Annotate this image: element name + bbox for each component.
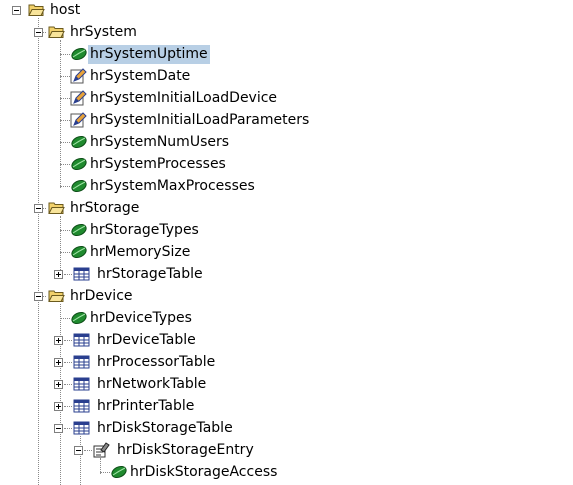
writable-pencil-icon	[70, 90, 87, 106]
tree-guide-line	[64, 406, 72, 407]
tree-node-label[interactable]: hrSystem	[68, 23, 139, 42]
leaf-icon	[70, 178, 87, 194]
table-icon	[73, 332, 90, 348]
writable-pencil-icon	[70, 112, 87, 128]
expand-toggle[interactable]	[54, 424, 63, 433]
tree-guide-line	[60, 142, 70, 143]
tree-guide-line	[64, 340, 72, 341]
tree-node-label[interactable]: hrStorage	[68, 199, 141, 218]
leaf-icon	[70, 310, 87, 326]
expand-toggle[interactable]	[34, 28, 43, 37]
folder-open-icon	[28, 2, 45, 18]
expand-toggle[interactable]	[12, 6, 21, 15]
tree-node-label[interactable]: hrSystemMaxProcesses	[88, 177, 257, 196]
tree-node-label[interactable]: hrSystemNumUsers	[88, 133, 231, 152]
tree-node-label[interactable]: hrSystemUptime	[88, 45, 210, 64]
tree-node-label[interactable]: hrNetworkTable	[95, 375, 208, 394]
tree-guide-line	[60, 216, 61, 276]
leaf-icon	[70, 244, 87, 260]
expand-toggle[interactable]	[34, 292, 43, 301]
entry-icon	[93, 442, 110, 458]
table-icon	[73, 376, 90, 392]
expand-toggle[interactable]	[54, 270, 63, 279]
mib-tree[interactable]: host hrSystem hrSystemUptime hrSystemDat…	[0, 0, 573, 485]
tree-node-label[interactable]: hrDeviceTypes	[88, 309, 194, 328]
tree-node-label[interactable]: hrDevice	[68, 287, 135, 306]
expand-toggle[interactable]	[54, 358, 63, 367]
expand-toggle[interactable]	[74, 446, 83, 455]
table-icon	[73, 398, 90, 414]
tree-guide-line	[60, 318, 70, 319]
expand-toggle[interactable]	[54, 336, 63, 345]
tree-node-label[interactable]: hrStorageTable	[95, 265, 205, 284]
table-icon	[73, 266, 90, 282]
tree-node-label[interactable]: hrStorageTypes	[88, 221, 201, 240]
tree-guide-line	[60, 76, 70, 77]
tree-node-label[interactable]: hrSystemProcesses	[88, 155, 228, 174]
tree-node-label[interactable]: hrSystemInitialLoadParameters	[88, 111, 311, 130]
tree-guide-line	[38, 18, 39, 485]
tree-guide-line	[60, 304, 61, 485]
tree-node-label[interactable]: hrSystemInitialLoadDevice	[88, 89, 279, 108]
expand-toggle[interactable]	[54, 402, 63, 411]
writable-pencil-icon	[70, 68, 87, 84]
tree-node-label[interactable]: host	[48, 1, 82, 20]
tree-guide-line	[64, 428, 72, 429]
tree-guide-line	[64, 362, 72, 363]
tree-guide-line	[60, 98, 70, 99]
tree-guide-line	[60, 164, 70, 165]
tree-guide-line	[100, 472, 110, 473]
tree-node-label[interactable]: hrDeviceTable	[95, 331, 198, 350]
tree-node-label[interactable]: hrProcessorTable	[95, 353, 217, 372]
tree-node-label[interactable]: hrDiskStorageTable	[95, 419, 235, 438]
tree-guide-line	[60, 186, 70, 187]
leaf-icon	[70, 222, 87, 238]
tree-guide-line	[60, 252, 70, 253]
folder-open-icon	[48, 24, 65, 40]
tree-guide-line	[60, 230, 70, 231]
table-icon	[73, 420, 90, 436]
leaf-icon	[70, 156, 87, 172]
tree-guide-line	[80, 436, 81, 485]
folder-open-icon	[48, 288, 65, 304]
tree-guide-line	[64, 274, 72, 275]
leaf-icon	[70, 46, 87, 62]
tree-node-label[interactable]: hrDiskStorageEntry	[115, 441, 256, 460]
tree-guide-line	[60, 40, 61, 188]
tree-guide-line	[60, 120, 70, 121]
folder-open-icon	[48, 200, 65, 216]
table-icon	[73, 354, 90, 370]
expand-toggle[interactable]	[54, 380, 63, 389]
leaf-icon	[110, 464, 127, 480]
tree-node-label[interactable]: hrMemorySize	[88, 243, 192, 262]
expand-toggle[interactable]	[34, 204, 43, 213]
tree-node-label[interactable]: hrSystemDate	[88, 67, 192, 86]
tree-node-label[interactable]: hrDiskStorageAccess	[128, 463, 279, 482]
tree-guide-line	[64, 384, 72, 385]
tree-guide-line	[84, 450, 92, 451]
leaf-icon	[70, 134, 87, 150]
tree-guide-line	[60, 54, 70, 55]
tree-node-label[interactable]: hrPrinterTable	[95, 397, 196, 416]
